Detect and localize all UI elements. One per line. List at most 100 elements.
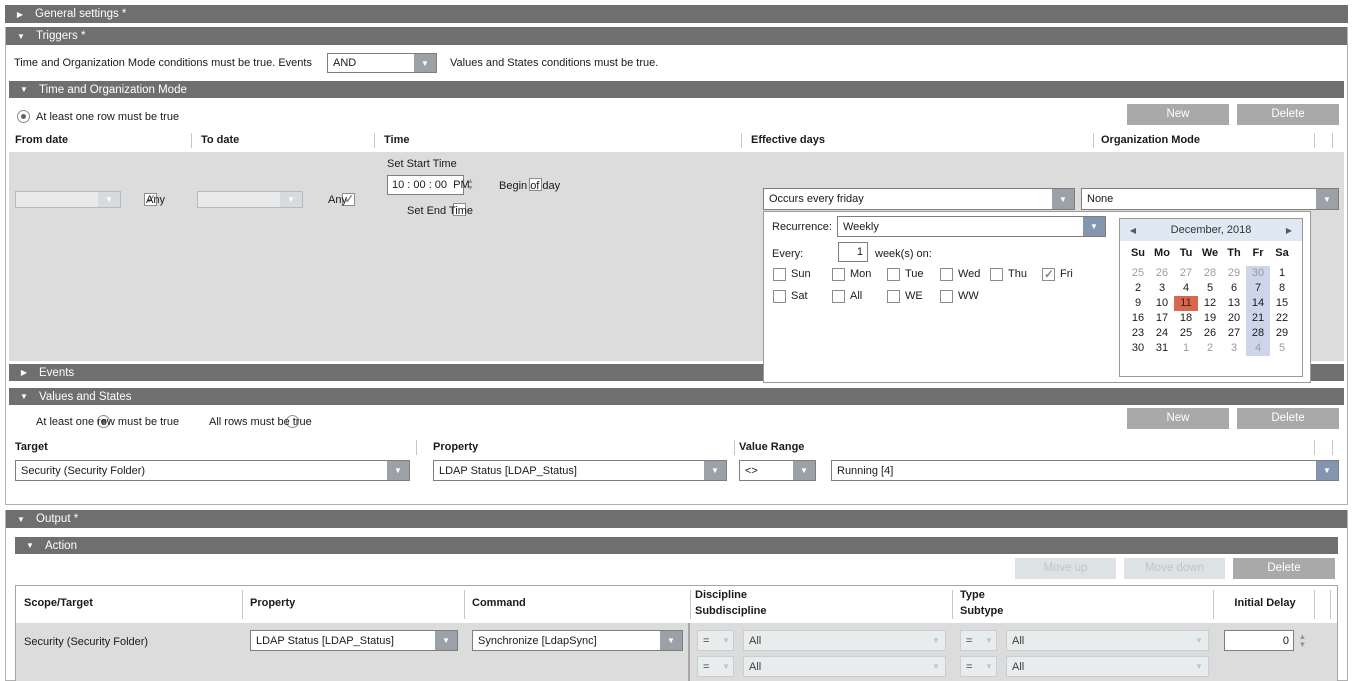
- calendar-day[interactable]: 13: [1222, 296, 1246, 311]
- delete-button[interactable]: Delete: [1237, 408, 1339, 429]
- subdiscipline-operator-combo[interactable]: = ▼: [697, 656, 734, 677]
- organization-mode-combo[interactable]: None ▼: [1081, 188, 1339, 210]
- every-input[interactable]: 1: [838, 242, 868, 262]
- calendar-day[interactable]: 9: [1126, 296, 1150, 311]
- weekday-checkbox[interactable]: Mon: [832, 267, 887, 281]
- calendar-day[interactable]: 25: [1174, 326, 1198, 341]
- calendar-day[interactable]: 3: [1150, 281, 1174, 296]
- calendar-day[interactable]: 27: [1222, 326, 1246, 341]
- events-operator-combo[interactable]: AND ▼: [327, 53, 437, 73]
- calendar-day[interactable]: 31: [1150, 341, 1174, 356]
- weekday-checkbox[interactable]: WE: [887, 289, 940, 303]
- section-values-states[interactable]: ▼ Values and States: [9, 388, 1344, 405]
- weekday-checkbox[interactable]: Tue: [887, 267, 940, 281]
- to-date-combo[interactable]: ▼: [197, 191, 303, 208]
- new-button[interactable]: New: [1127, 104, 1229, 125]
- calendar-prev-icon[interactable]: ◀: [1120, 226, 1146, 235]
- calendar-day[interactable]: 17: [1150, 311, 1174, 326]
- subtype-operator-combo[interactable]: = ▼: [960, 656, 997, 677]
- delete-button[interactable]: Delete: [1237, 104, 1339, 125]
- section-action[interactable]: ▼ Action: [15, 537, 1338, 554]
- calendar-day[interactable]: 25: [1126, 266, 1150, 281]
- calendar-day[interactable]: 30: [1126, 341, 1150, 356]
- calendar-day[interactable]: 6: [1222, 281, 1246, 296]
- calendar-day[interactable]: 24: [1150, 326, 1174, 341]
- move-up-button[interactable]: Move up: [1015, 558, 1116, 579]
- calendar-day[interactable]: 18: [1174, 311, 1198, 326]
- new-button[interactable]: New: [1127, 408, 1229, 429]
- start-time-input[interactable]: 10 : 00 : 00 PM: [387, 175, 464, 195]
- calendar-day[interactable]: 29: [1222, 266, 1246, 281]
- move-down-button[interactable]: Move down: [1124, 558, 1225, 579]
- spinner-up-icon: ▲: [467, 178, 474, 185]
- calendar-day[interactable]: 1: [1174, 341, 1198, 356]
- section-general-settings[interactable]: ▶ General settings *: [5, 5, 1348, 23]
- calendar-day[interactable]: 16: [1126, 311, 1150, 326]
- weekday-checkbox[interactable]: Wed: [940, 267, 990, 281]
- operator-combo[interactable]: <> ▼: [739, 460, 816, 481]
- calendar-day[interactable]: 22: [1270, 311, 1294, 326]
- dropdown-arrow-icon: ▼: [982, 657, 996, 676]
- weekday-checkbox[interactable]: Thu: [990, 267, 1042, 281]
- section-time-org-mode[interactable]: ▼ Time and Organization Mode: [9, 81, 1344, 98]
- rule-radio[interactable]: [17, 110, 30, 123]
- initial-delay-input[interactable]: 0: [1224, 630, 1294, 651]
- value-combo[interactable]: Running [4] ▼: [831, 460, 1339, 481]
- property-combo[interactable]: LDAP Status [LDAP_Status] ▼: [433, 460, 727, 481]
- calendar-day[interactable]: 14: [1246, 296, 1270, 311]
- command-combo[interactable]: Synchronize [LdapSync] ▼: [472, 630, 683, 651]
- rule-editor: ▶ General settings * ▼ Triggers * Time a…: [0, 0, 1353, 681]
- effective-days-combo[interactable]: Occurs every friday ▼: [763, 188, 1075, 210]
- calendar-next-icon[interactable]: ▶: [1276, 226, 1302, 235]
- weekday-checkbox[interactable]: WW: [940, 289, 990, 303]
- calendar-day[interactable]: 3: [1222, 341, 1246, 356]
- calendar-day[interactable]: 5: [1270, 341, 1294, 356]
- calendar-day[interactable]: 30: [1246, 266, 1270, 281]
- calendar-day[interactable]: 20: [1222, 311, 1246, 326]
- calendar-day[interactable]: 2: [1198, 341, 1222, 356]
- calendar-day[interactable]: 27: [1174, 266, 1198, 281]
- calendar-day[interactable]: 11: [1174, 296, 1198, 311]
- weekday-checkbox[interactable]: All: [832, 289, 887, 303]
- calendar-day[interactable]: 28: [1198, 266, 1222, 281]
- type-operator-combo[interactable]: = ▼: [960, 630, 997, 651]
- calendar-day[interactable]: 5: [1198, 281, 1222, 296]
- column-separator: [1093, 133, 1094, 148]
- subtype-combo[interactable]: All ▼: [1006, 656, 1209, 677]
- action-property-combo[interactable]: LDAP Status [LDAP_Status] ▼: [250, 630, 458, 651]
- type-combo[interactable]: All ▼: [1006, 630, 1209, 651]
- calendar-day[interactable]: 26: [1150, 266, 1174, 281]
- column-separator: [1314, 440, 1315, 455]
- calendar-day[interactable]: 8: [1270, 281, 1294, 296]
- calendar-day[interactable]: 10: [1150, 296, 1174, 311]
- calendar-day[interactable]: 29: [1270, 326, 1294, 341]
- initial-delay-spinner[interactable]: ▲▼: [1297, 630, 1308, 651]
- discipline-combo[interactable]: All ▼: [743, 630, 946, 651]
- calendar-day[interactable]: 4: [1246, 341, 1270, 356]
- delete-button[interactable]: Delete: [1233, 558, 1335, 579]
- calendar-day[interactable]: 7: [1246, 281, 1270, 296]
- calendar-day[interactable]: 19: [1198, 311, 1222, 326]
- from-date-combo[interactable]: ▼: [15, 191, 121, 208]
- weekday-checkbox[interactable]: Sat: [773, 289, 832, 303]
- recurrence-combo[interactable]: Weekly ▼: [837, 216, 1106, 237]
- time-spinner[interactable]: ▲▼: [465, 175, 476, 195]
- discipline-operator-combo[interactable]: = ▼: [697, 630, 734, 651]
- weekday-checkbox[interactable]: Fri: [1042, 267, 1098, 281]
- weekday-checkbox[interactable]: Sun: [773, 267, 832, 281]
- calendar-day[interactable]: 2: [1126, 281, 1150, 296]
- calendar-day[interactable]: 28: [1246, 326, 1270, 341]
- target-combo[interactable]: Security (Security Folder) ▼: [15, 460, 410, 481]
- calendar-day[interactable]: 4: [1174, 281, 1198, 296]
- section-triggers[interactable]: ▼ Triggers *: [6, 27, 1347, 45]
- calendar-day[interactable]: 21: [1246, 311, 1270, 326]
- subdiscipline-combo[interactable]: All ▼: [743, 656, 946, 677]
- calendar-day[interactable]: 26: [1198, 326, 1222, 341]
- col-target: Target: [15, 441, 48, 453]
- calendar-day[interactable]: 23: [1126, 326, 1150, 341]
- calendar-day[interactable]: 15: [1270, 296, 1294, 311]
- dropdown-arrow-icon: ▼: [414, 54, 436, 72]
- calendar-day[interactable]: 12: [1198, 296, 1222, 311]
- calendar-day[interactable]: 1: [1270, 266, 1294, 281]
- section-output[interactable]: ▼ Output *: [6, 510, 1347, 528]
